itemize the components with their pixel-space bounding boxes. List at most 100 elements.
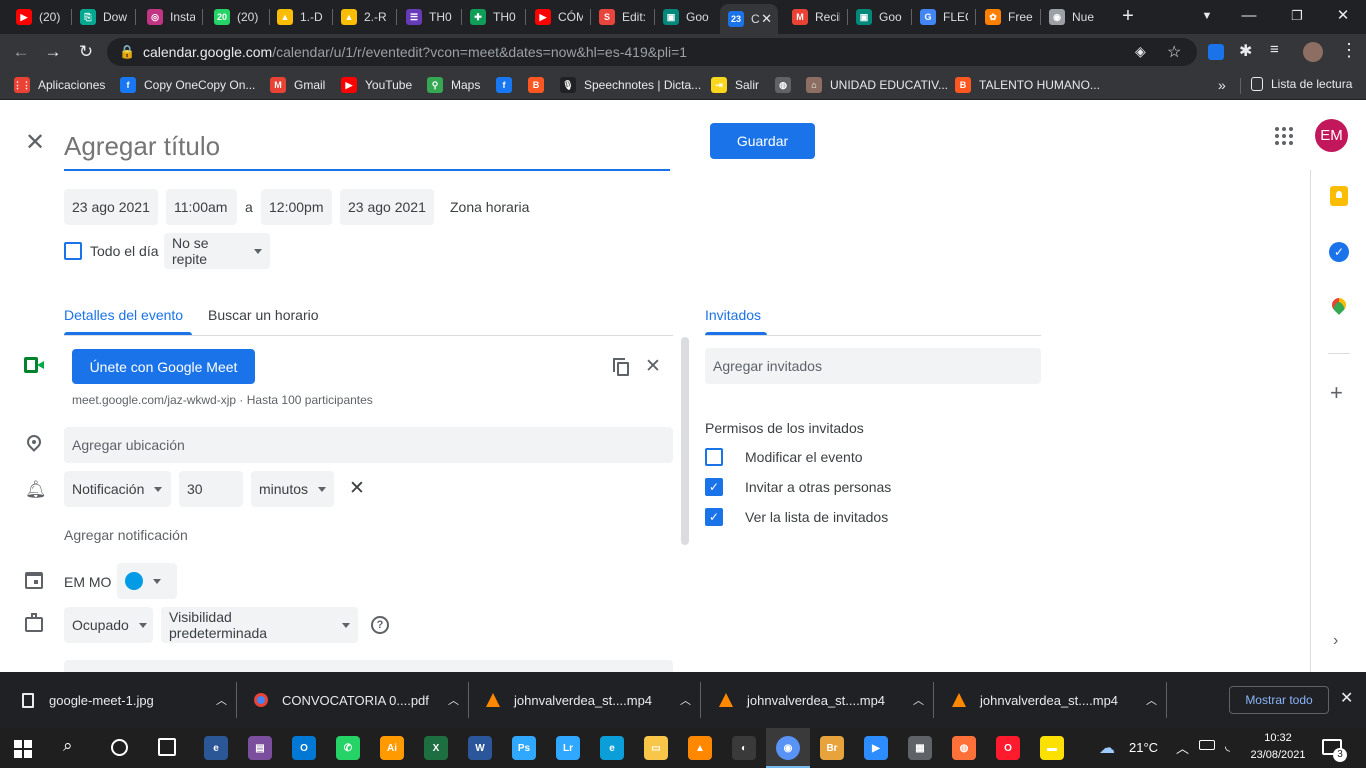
bookmark-9[interactable]: ⇥ Salir — [711, 77, 759, 93]
remove-notification-icon[interactable]: ✕ — [349, 479, 365, 499]
extension-icon[interactable] — [1208, 44, 1224, 60]
download-options-icon[interactable]: ︿ — [216, 692, 227, 708]
tab-13[interactable]: M Recil — [784, 4, 840, 30]
tab-15[interactable]: G FLEC — [912, 4, 968, 30]
profile-avatar-icon[interactable] — [1303, 42, 1323, 62]
winrar-icon[interactable]: ▤ — [248, 736, 272, 760]
clock-time[interactable]: 10:32 — [1250, 732, 1306, 744]
remove-meet-icon[interactable]: ✕ — [645, 357, 661, 377]
download-item-1[interactable]: google-meet-1.jpg ︿ — [22, 672, 227, 728]
tab-find-time[interactable]: Buscar un horario — [208, 307, 319, 323]
extensions-puzzle-icon[interactable]: ✱ — [1239, 41, 1252, 61]
bookmark-11[interactable]: ⌂ UNIDAD EDUCATIV... — [806, 77, 948, 93]
event-title-input[interactable] — [64, 124, 670, 171]
excel-icon[interactable]: X — [424, 736, 448, 760]
tab-6[interactable]: ▲ 2.-R — [333, 4, 389, 30]
tab-4[interactable]: 20 (20) — [206, 4, 262, 30]
minimize-icon[interactable]: — — [1231, 5, 1267, 27]
tab-8[interactable]: ✚ TH0 — [462, 4, 518, 30]
calendar-color-select[interactable] — [117, 563, 177, 599]
tab-10[interactable]: S Edit: — [591, 4, 647, 30]
download-options-icon[interactable]: ︿ — [1146, 692, 1157, 708]
description-field[interactable] — [64, 660, 673, 672]
photoshop-icon[interactable]: Ps — [512, 736, 536, 760]
close-tab-icon[interactable]: ✕ — [761, 11, 772, 27]
zoom-icon[interactable]: ▶ — [864, 736, 888, 760]
download-item-2[interactable]: CONVOCATORIA 0....pdf ︿ — [254, 672, 459, 728]
copy-icon[interactable] — [613, 358, 629, 376]
tab-9[interactable]: ▶ CÓM — [527, 4, 583, 30]
address-bar[interactable]: 🔒 calendar.google.com/calendar/u/1/r/eve… — [107, 38, 1197, 66]
sticky-notes-icon[interactable]: ▬ — [1040, 736, 1064, 760]
keep-icon[interactable] — [1330, 186, 1348, 206]
bookmark-5[interactable]: ⚲ Maps — [427, 77, 480, 93]
tasks-icon[interactable]: ✓ — [1329, 242, 1349, 262]
timezone-button[interactable]: Zona horaria — [450, 199, 529, 215]
reload-icon[interactable]: ↻ — [75, 41, 97, 63]
bookmark-2[interactable]: f Copy OneCopy On... — [120, 77, 255, 93]
permission-checkbox-3[interactable]: ✓ — [705, 508, 723, 526]
tab-14[interactable]: ▣ Goo — [848, 4, 904, 30]
download-options-icon[interactable]: ︿ — [913, 692, 924, 708]
obs-icon[interactable]: ◐ — [732, 736, 756, 760]
maps-icon[interactable] — [1329, 295, 1349, 315]
tab-17[interactable]: ◉ Nue — [1041, 4, 1097, 30]
word-icon[interactable]: W — [468, 736, 492, 760]
bookmarks-overflow-icon[interactable]: » — [1218, 77, 1226, 93]
restore-icon[interactable]: ❐ — [1279, 5, 1315, 27]
wifi-icon[interactable]: ◟ — [1225, 738, 1230, 754]
media-control-icon[interactable]: ≡ — [1270, 41, 1279, 58]
bookmark-4[interactable]: ▶ YouTube — [341, 77, 412, 93]
availability-select[interactable]: Ocupado — [64, 607, 153, 643]
new-tab-icon[interactable]: + — [1110, 5, 1146, 27]
bridge-icon[interactable]: Br — [820, 736, 844, 760]
notification-amount-input[interactable]: 30 — [179, 471, 243, 507]
close-icon[interactable]: ✕ — [25, 131, 45, 155]
tab-search-icon[interactable]: ▼ — [1189, 5, 1225, 27]
close-window-icon[interactable]: ✕ — [1325, 5, 1361, 27]
outlook-icon[interactable]: O — [292, 736, 316, 760]
weather-icon[interactable]: ☁ — [1099, 738, 1115, 758]
download-item-5[interactable]: johnvalverdea_st....mp4 ︿ — [952, 672, 1157, 728]
tab-guests[interactable]: Invitados — [705, 307, 761, 323]
illustrator-icon[interactable]: Ai — [380, 736, 404, 760]
google-apps-icon[interactable] — [1275, 127, 1293, 145]
tab-7[interactable]: ☰ TH0 — [398, 4, 454, 30]
all-day-checkbox[interactable] — [64, 242, 82, 260]
start-date-field[interactable]: 23 ago 2021 — [64, 189, 158, 225]
windows-start-icon[interactable] — [14, 740, 32, 758]
end-time-field[interactable]: 12:00pm — [261, 189, 332, 225]
tab-2[interactable]: ⎘ Dow — [72, 4, 128, 30]
end-date-field[interactable]: 23 ago 2021 — [340, 189, 434, 225]
permission-checkbox-2[interactable]: ✓ — [705, 478, 723, 496]
tab-5[interactable]: ▲ 1.-D — [269, 4, 325, 30]
opera-icon[interactable]: O — [996, 736, 1020, 760]
lightroom-icon[interactable]: Lr — [556, 736, 580, 760]
task-view-icon[interactable] — [158, 738, 176, 756]
reading-list-button[interactable]: Lista de lectura — [1251, 77, 1352, 91]
add-guests-input[interactable]: Agregar invitados — [705, 348, 1041, 384]
tray-chevron-icon[interactable]: ︿ — [1176, 738, 1189, 757]
vlc-icon[interactable]: ▲ — [688, 736, 712, 760]
download-options-icon[interactable]: ︿ — [680, 692, 691, 708]
repeat-select[interactable]: No se repite — [164, 233, 270, 269]
bookmark-star-icon[interactable]: ☆ — [1167, 42, 1181, 62]
tab-1[interactable]: ▶ (20) — [8, 4, 64, 30]
whatsapp-icon[interactable]: ✆ — [336, 736, 360, 760]
firefox-icon[interactable]: ◍ — [952, 736, 976, 760]
add-addon-icon[interactable]: + — [1330, 382, 1343, 404]
calculator-icon[interactable]: ▦ — [908, 736, 932, 760]
battery-icon[interactable] — [1199, 740, 1215, 750]
edge-legacy-icon[interactable]: e — [204, 736, 228, 760]
tab-event-details[interactable]: Detalles del evento — [64, 307, 183, 323]
download-options-icon[interactable]: ︿ — [448, 692, 459, 708]
bookmark-12[interactable]: B TALENTO HUMANO... — [955, 77, 1100, 93]
location-input[interactable]: Agregar ubicación — [64, 427, 673, 463]
download-item-4[interactable]: johnvalverdea_st....mp4 ︿ — [719, 672, 924, 728]
help-icon[interactable]: ? — [371, 616, 389, 634]
cortana-icon[interactable] — [111, 739, 128, 756]
weather-temperature[interactable]: 21°C — [1129, 740, 1158, 755]
add-notification-button[interactable]: Agregar notificación — [64, 527, 188, 543]
bookmark-8[interactable]: 🎙 Speechnotes | Dicta... — [560, 77, 701, 93]
lock-icon[interactable]: 🔒 — [119, 44, 135, 60]
